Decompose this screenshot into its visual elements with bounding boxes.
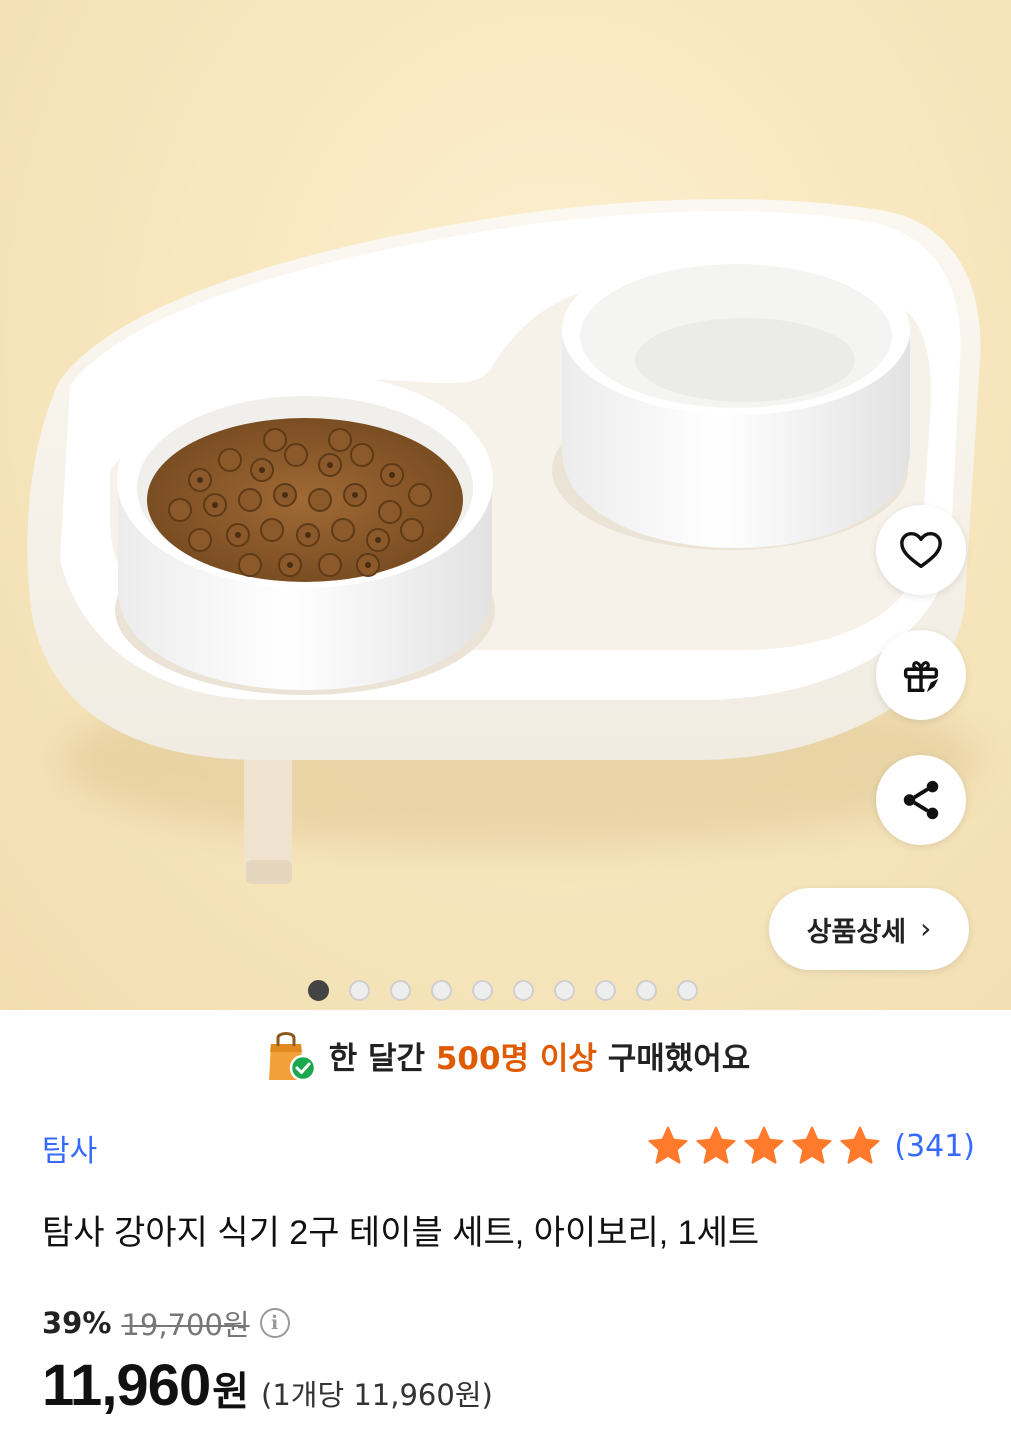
price-row: 11,960 원 (1개당 11,960원) — [42, 1352, 493, 1419]
sale-price: 11,960 — [42, 1353, 211, 1418]
carousel-dot[interactable] — [308, 980, 329, 1001]
product-detail-button[interactable]: 상품상세 › — [769, 888, 969, 970]
currency-unit: 원 — [212, 1369, 250, 1415]
share-icon — [903, 780, 939, 820]
star-icon — [792, 1126, 832, 1164]
discount-rate: 39% — [42, 1306, 112, 1340]
carousel-dot[interactable] — [472, 980, 493, 1001]
heart-icon — [900, 531, 942, 569]
seller-link[interactable]: 탐사 — [42, 1126, 97, 1170]
carousel-pagination[interactable] — [308, 980, 698, 1002]
carousel-dot[interactable] — [636, 980, 657, 1001]
carousel-dot[interactable] — [349, 980, 370, 1001]
carousel-dot[interactable] — [431, 980, 452, 1001]
carousel-dot[interactable] — [513, 980, 534, 1001]
purchase-suffix: 구매했어요 — [596, 1040, 751, 1077]
star-icon — [696, 1126, 736, 1164]
chevron-right-icon: › — [920, 911, 932, 945]
purchase-count-highlight: 500명 이상 — [435, 1040, 597, 1077]
star-icon — [840, 1126, 880, 1164]
purchase-prefix: 한 달간 — [328, 1040, 436, 1077]
product-image-carousel[interactable]: 상품상세 › — [0, 0, 1011, 1010]
carousel-dot[interactable] — [677, 980, 698, 1001]
info-icon[interactable]: i — [259, 1308, 290, 1338]
product-detail-label: 상품상세 — [806, 916, 907, 948]
purchase-count-text: 한 달간 500명 이상 구매했어요 — [329, 1033, 751, 1078]
gift-button[interactable] — [876, 630, 966, 720]
original-price: 19,700원 — [121, 1308, 250, 1342]
product-title: 탐사 강아지 식기 2구 테이블 세트, 아이보리, 1세트 — [42, 1214, 760, 1252]
gift-icon — [903, 661, 939, 693]
unit-price: (1개당 11,960원) — [261, 1378, 493, 1412]
carousel-dot[interactable] — [390, 980, 411, 1001]
discount-row: 39% 19,700원 i — [42, 1302, 290, 1344]
purchase-count-banner: 한 달간 500명 이상 구매했어요 — [0, 1010, 1011, 1100]
shopping-bag-check-icon — [268, 1032, 316, 1082]
carousel-dot[interactable] — [595, 980, 616, 1001]
review-count: (341) — [894, 1128, 975, 1164]
carousel-dot[interactable] — [554, 980, 575, 1001]
rating-summary[interactable]: (341) — [646, 1124, 975, 1168]
wishlist-button[interactable] — [876, 505, 966, 595]
share-button[interactable] — [876, 755, 966, 845]
product-photo — [27, 199, 981, 884]
star-icon — [648, 1126, 688, 1164]
star-rating — [646, 1124, 882, 1168]
star-icon — [744, 1126, 784, 1164]
